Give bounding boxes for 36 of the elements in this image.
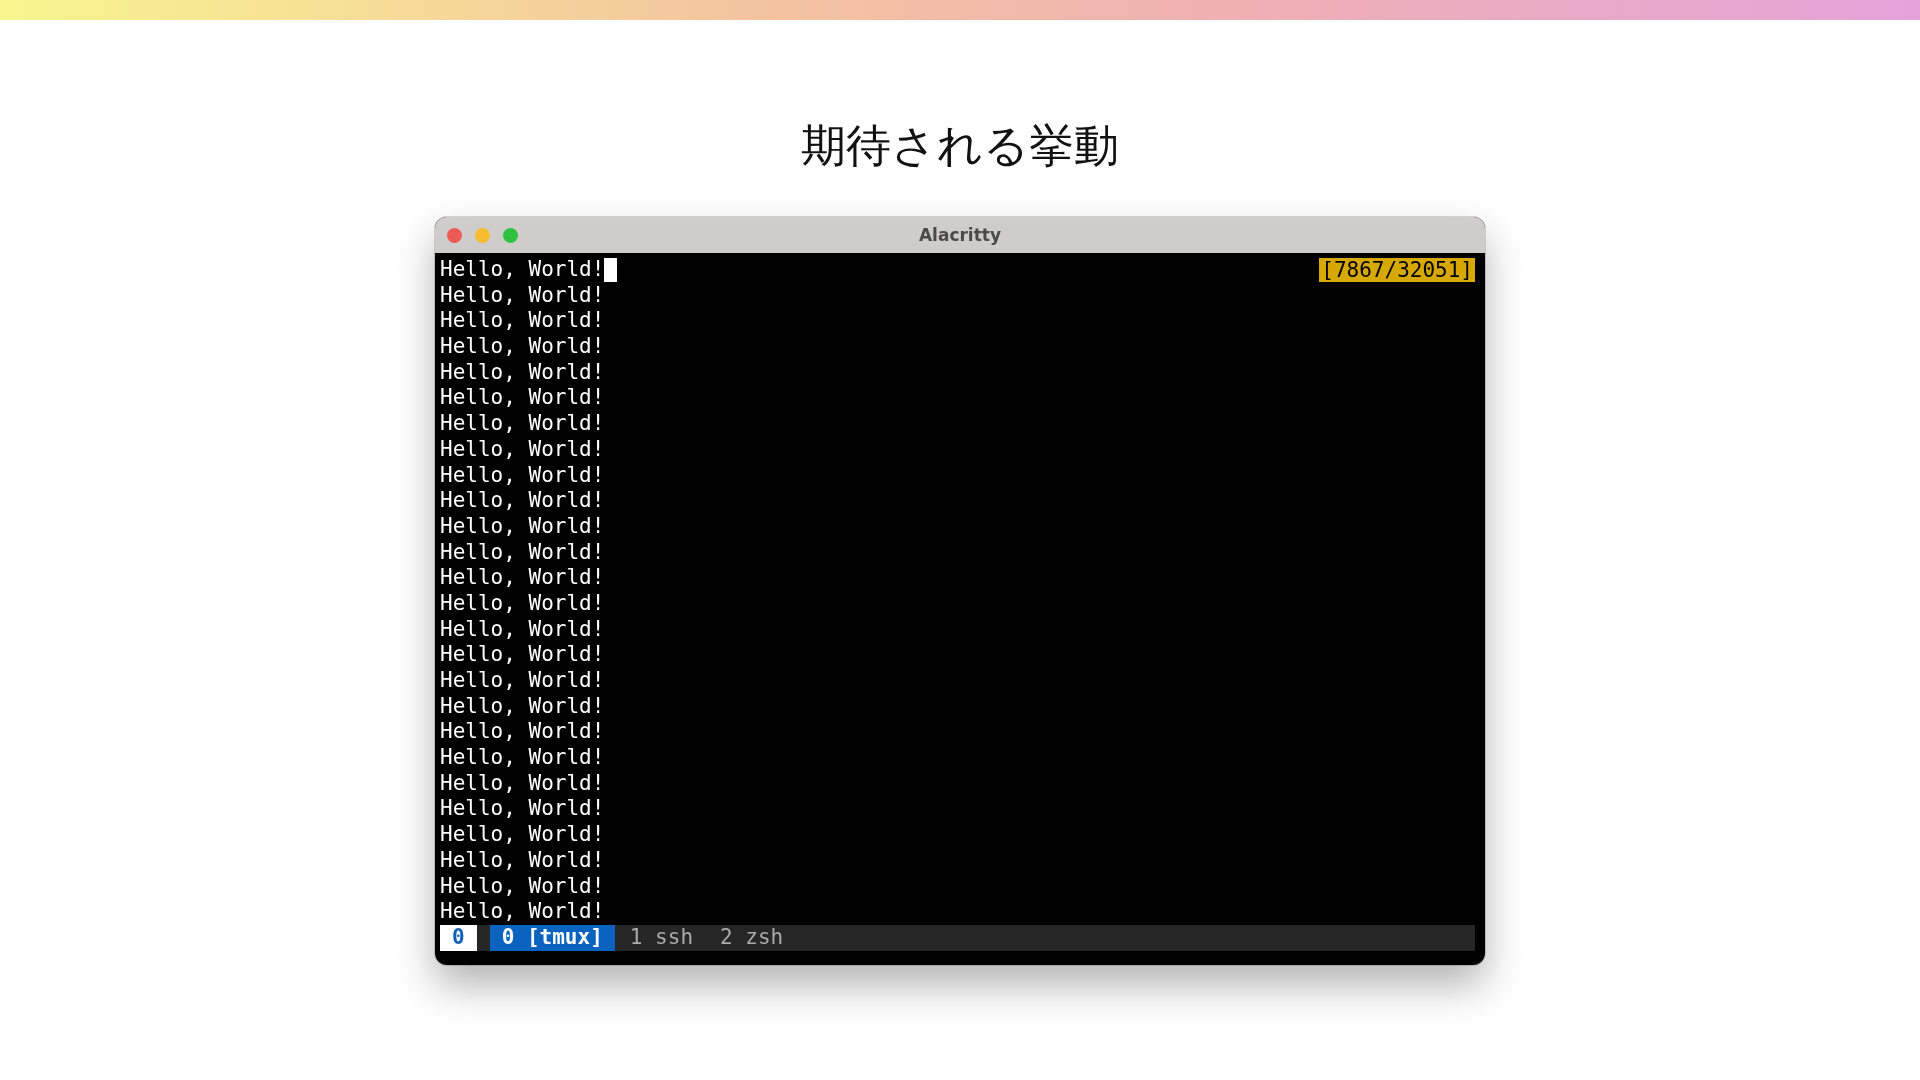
session-name: 0 (440, 924, 477, 951)
terminal-line: Hello, World! (440, 873, 605, 900)
terminal-line: Hello, World! (440, 385, 605, 412)
terminal-line: Hello, World! (440, 436, 605, 463)
terminal-line: Hello, World! (440, 334, 605, 360)
window-tab[interactable]: 1 ssh (617, 924, 706, 951)
terminal-line: Hello, World! (440, 616, 605, 643)
terminal-line: Hello, World! (440, 539, 605, 566)
terminal-line: Hello, World! (440, 462, 605, 489)
terminal-line: Hello, World! (440, 513, 605, 540)
terminal-line: Hello, World! (440, 770, 605, 797)
scroll-position-indicator: [7867/32051] (1319, 258, 1475, 282)
minimize-button[interactable] (475, 228, 490, 243)
terminal-line: Hello, World! (440, 822, 605, 848)
terminal-line: Hello, World! (440, 308, 605, 335)
close-button[interactable] (447, 228, 462, 243)
window-tab[interactable]: 2 zsh (708, 924, 796, 951)
terminal-line: Hello, World! (440, 590, 605, 617)
terminal-line: Hello, World! (440, 745, 605, 771)
terminal-line: Hello, World! (440, 411, 605, 437)
terminal-line: Hello, World! (440, 719, 605, 746)
terminal-line: Hello, World! (440, 847, 605, 874)
terminal-line: Hello, World! (440, 488, 605, 514)
terminal-line: Hello, World! (440, 359, 605, 386)
terminal-line: Hello, World! (440, 257, 605, 283)
terminal-line: Hello, World! (440, 693, 605, 720)
window-tab[interactable]: 0 [tmux] (489, 924, 615, 951)
terminal-line: Hello, World! (440, 565, 605, 591)
terminal-line: Hello, World! (440, 899, 605, 925)
zoom-button[interactable] (503, 228, 518, 243)
window-title: Alacritty (918, 225, 1002, 245)
terminal-line: Hello, World! (440, 282, 605, 309)
terminal-line: Hello, World! (440, 642, 605, 668)
slide-title: 期待される挙動 (801, 118, 1119, 174)
terminal-line: Hello, World! (440, 668, 605, 694)
terminal-line: Hello, World! (440, 796, 605, 823)
